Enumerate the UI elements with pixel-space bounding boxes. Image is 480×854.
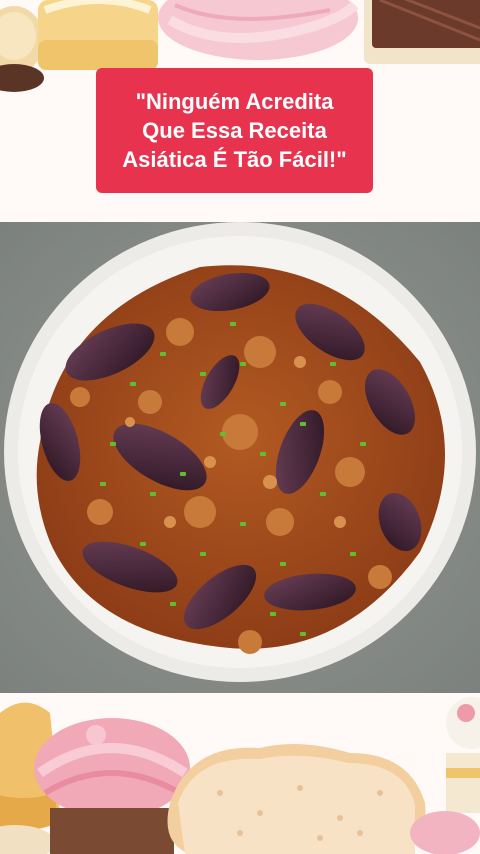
caption-text: "Ninguém Acredita Que Essa Receita Asiát… [122, 89, 347, 172]
cake-slice-illustration [364, 0, 480, 64]
macaron-illustration [0, 6, 44, 92]
dessert-illustrations-bottom [0, 697, 480, 854]
macaron-illustration [0, 825, 55, 854]
donut-illustration [158, 0, 359, 60]
cookie-illustration [167, 744, 426, 854]
cupcake-illustration [38, 0, 158, 70]
cupcake-illustration [34, 718, 190, 854]
top-dessert-band: "Ninguém Acredita Que Essa Receita Asiát… [0, 0, 480, 222]
food-photo [0, 222, 480, 693]
eggplant-dish-photo [0, 222, 480, 693]
donut-illustration [410, 697, 480, 854]
bottom-dessert-band [0, 693, 480, 854]
recipe-caption: "Ninguém Acredita Que Essa Receita Asiát… [96, 68, 373, 193]
